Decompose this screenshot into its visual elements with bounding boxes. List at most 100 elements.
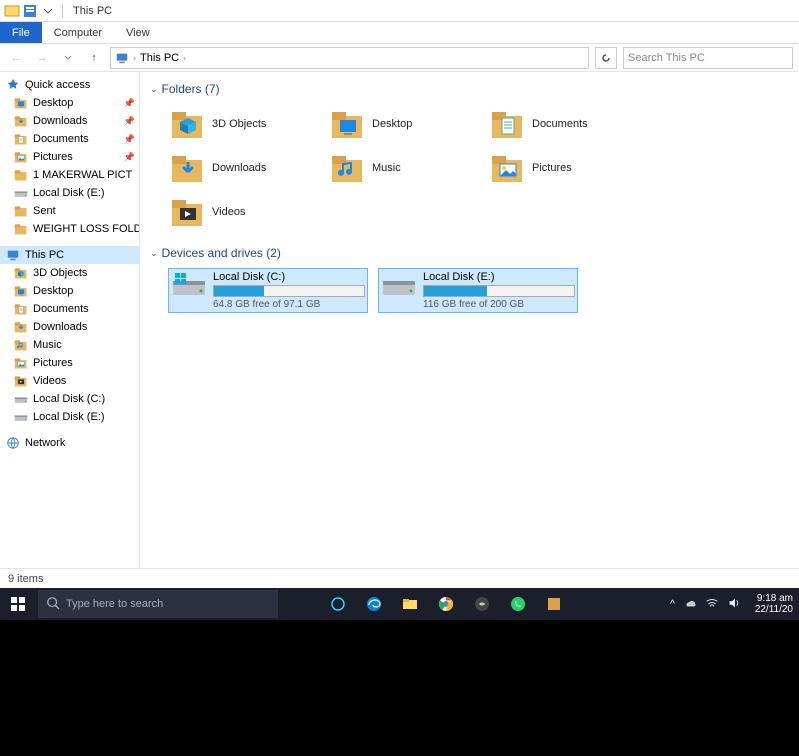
sidebar-item[interactable]: Sent (0, 202, 139, 220)
taskbar-app-icon[interactable] (464, 588, 500, 620)
pc-icon (6, 248, 20, 262)
sidebar-network[interactable]: Network (0, 434, 139, 452)
folder-item[interactable]: Videos (168, 192, 318, 232)
sidebar-item[interactable]: Desktop📌 (0, 94, 139, 112)
sidebar-item-label: Local Disk (E:) (33, 187, 105, 199)
sidebar-item[interactable]: Desktop (0, 282, 139, 300)
sidebar-quick-access[interactable]: Quick access (0, 76, 139, 94)
folder-item[interactable]: Documents (488, 104, 638, 144)
nav-forward-button[interactable]: → (32, 48, 52, 68)
pictures-icon (14, 150, 28, 164)
search-input[interactable]: Search This PC (623, 47, 793, 69)
music-icon (330, 150, 366, 186)
taskbar-explorer-icon[interactable] (392, 588, 428, 620)
folder-item[interactable]: Music (328, 148, 478, 188)
sidebar-item[interactable]: Downloads (0, 318, 139, 336)
sidebar-item[interactable]: 1 MAKERWAL PICT (0, 166, 139, 184)
tab-view[interactable]: View (114, 22, 162, 43)
drive-item[interactable]: Local Disk (E:) 116 GB free of 200 GB (378, 268, 578, 313)
sidebar-this-pc[interactable]: This PC (0, 246, 139, 264)
desktop-icon (14, 284, 28, 298)
documents-icon (490, 106, 526, 142)
network-icon (6, 436, 20, 450)
drive-icon (14, 410, 28, 424)
drive-item[interactable]: Local Disk (C:) 64.8 GB free of 97.1 GB (168, 268, 368, 313)
tray-wifi-icon[interactable] (705, 596, 719, 613)
content-pane: ⌄ Folders (7) 3D ObjectsDesktopDocuments… (140, 72, 799, 568)
pin-icon: 📌 (124, 152, 135, 163)
sidebar-item[interactable]: Local Disk (E:) (0, 184, 139, 202)
sidebar-item-label: Downloads (33, 115, 87, 127)
tray-onedrive-icon[interactable] (683, 596, 697, 613)
desktop-icon (14, 96, 28, 110)
nav-up-button[interactable]: ↑ (84, 48, 104, 68)
breadcrumb-this-pc[interactable]: This PC (140, 52, 179, 64)
drive-icon (171, 271, 207, 299)
sidebar-item[interactable]: Music (0, 336, 139, 354)
folder-label: Videos (212, 206, 245, 218)
nav-history-dropdown[interactable] (58, 48, 78, 68)
search-placeholder: Search This PC (628, 52, 705, 64)
documents-icon (14, 302, 28, 316)
sidebar-item[interactable]: Pictures (0, 354, 139, 372)
sidebar-item[interactable]: 3D Objects (0, 264, 139, 282)
taskbar-whatsapp-icon[interactable] (500, 588, 536, 620)
status-item-count: 9 items (8, 573, 43, 585)
sidebar-item[interactable]: Videos (0, 372, 139, 390)
tab-computer[interactable]: Computer (42, 22, 114, 43)
folder-label: Pictures (532, 162, 572, 174)
group-drives-header[interactable]: ⌄ Devices and drives (2) (150, 242, 789, 264)
pin-icon: 📌 (124, 116, 135, 127)
sidebar-item-label: Desktop (33, 285, 73, 297)
navbar: ← → ↑ › This PC › Search This PC (0, 44, 799, 72)
taskbar-cortana-icon[interactable] (320, 588, 356, 620)
drive-usage-bar (213, 285, 365, 297)
sidebar-item[interactable]: Documents📌 (0, 130, 139, 148)
sidebar-item[interactable]: Documents (0, 300, 139, 318)
taskbar-chrome-icon[interactable] (428, 588, 464, 620)
taskbar-clock[interactable]: 9:18 am 22/11/20 (749, 593, 799, 615)
folder-icon (14, 204, 28, 218)
ribbon-tabs: File Computer View (0, 22, 799, 44)
sidebar-item-label: 3D Objects (33, 267, 87, 279)
taskbar: Type here to search ^ 9:18 am 22/11/20 (0, 588, 799, 620)
tray-volume-icon[interactable] (727, 596, 741, 613)
sidebar-item[interactable]: Downloads 📌 (0, 112, 139, 130)
sidebar-item-label: Local Disk (E:) (33, 411, 105, 423)
system-tray[interactable]: ^ (662, 596, 749, 613)
tab-file[interactable]: File (0, 22, 42, 43)
tray-chevron-up-icon[interactable]: ^ (670, 599, 675, 610)
refresh-button[interactable] (595, 47, 617, 69)
videos-icon (14, 374, 28, 388)
folder-label: Music (372, 162, 401, 174)
chevron-right-icon: › (183, 53, 186, 63)
nav-back-button[interactable]: ← (6, 48, 26, 68)
sidebar-item[interactable]: Pictures 📌 (0, 148, 139, 166)
sidebar-item-label: Local Disk (C:) (33, 393, 105, 405)
folder-item[interactable]: Pictures (488, 148, 638, 188)
drive-icon (14, 186, 28, 200)
folder-item[interactable]: Desktop (328, 104, 478, 144)
folder-item[interactable]: Downloads (168, 148, 318, 188)
start-button[interactable] (0, 588, 36, 620)
sidebar-item-label: Videos (33, 375, 66, 387)
sidebar-item-label: Downloads (33, 321, 87, 333)
qat-dropdown-icon[interactable] (40, 3, 56, 19)
folder-item[interactable]: 3D Objects (168, 104, 318, 144)
taskbar-search-placeholder: Type here to search (66, 598, 163, 610)
sidebar-item[interactable]: Local Disk (C:) (0, 390, 139, 408)
qat-properties-icon[interactable] (22, 3, 38, 19)
downloads-icon (170, 150, 206, 186)
group-folders-header[interactable]: ⌄ Folders (7) (150, 78, 789, 100)
pin-icon: 📌 (124, 134, 135, 145)
taskbar-search[interactable]: Type here to search (38, 590, 278, 618)
sidebar-item[interactable]: WEIGHT LOSS FOLD (0, 220, 139, 238)
music-icon (14, 338, 28, 352)
search-icon (46, 596, 60, 613)
pictures-icon (490, 150, 526, 186)
breadcrumb[interactable]: › This PC › (110, 47, 589, 69)
sidebar-item[interactable]: Local Disk (E:) (0, 408, 139, 426)
sidebar-item-label: Pictures (33, 151, 73, 163)
taskbar-edge-icon[interactable] (356, 588, 392, 620)
taskbar-app2-icon[interactable] (536, 588, 572, 620)
